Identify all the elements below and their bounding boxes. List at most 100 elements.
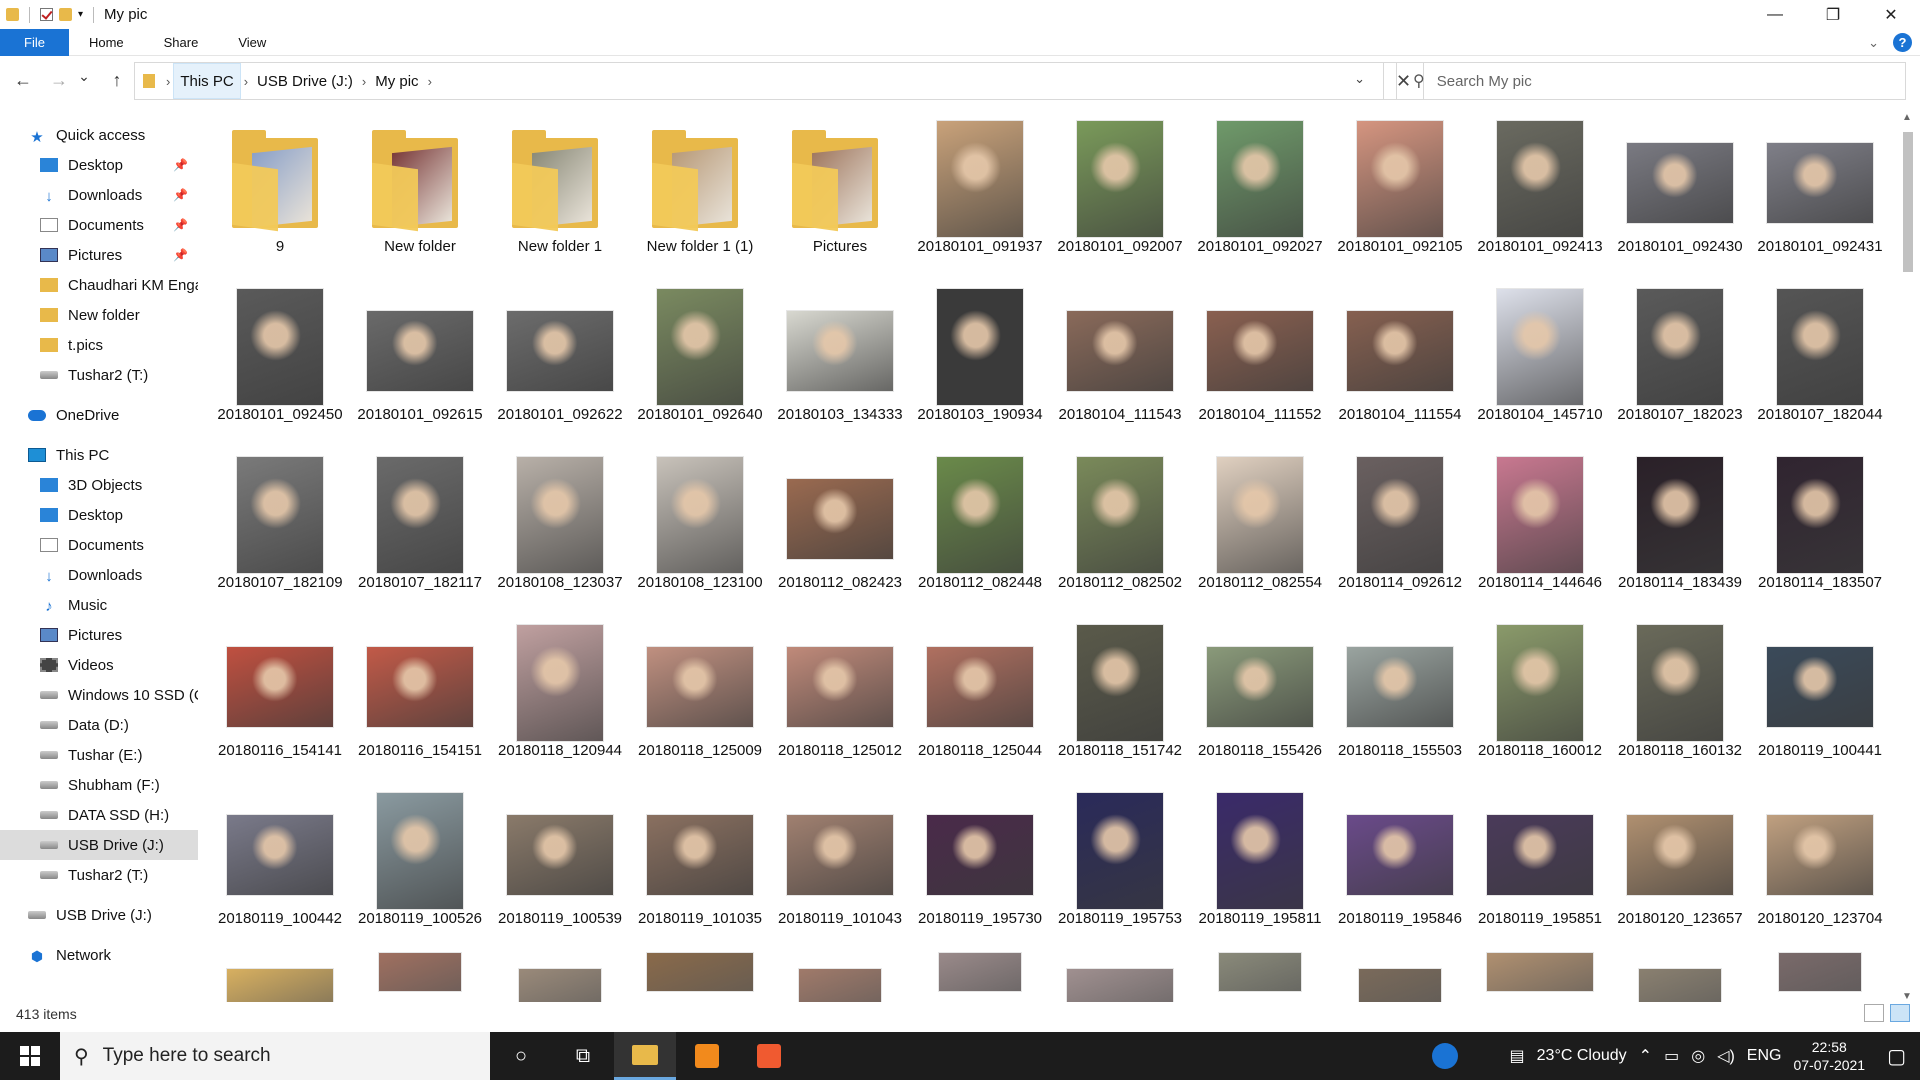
image-file-item[interactable]: 20180101_092430 — [1610, 112, 1750, 280]
nav-item[interactable]: Windows 10 SSD (C — [0, 680, 198, 710]
customize-toolbar-icon[interactable]: ▾ — [78, 9, 83, 20]
image-file-item[interactable]: 20180119_195811 — [1190, 784, 1330, 952]
address-bar[interactable]: › This PC › USB Drive (J:) › My pic › ⌄ — [134, 62, 1384, 100]
image-file-item[interactable]: 20180104_111552 — [1190, 280, 1330, 448]
image-file-item[interactable]: 20180104_111543 — [1050, 280, 1190, 448]
xampp-icon[interactable] — [738, 1032, 800, 1080]
search-box[interactable]: ⚲ Search My pic — [1396, 62, 1906, 100]
nav-item[interactable]: ↓ Downloads 📌 — [0, 180, 198, 210]
close-button[interactable]: ✕ — [1862, 0, 1920, 29]
breadcrumb-my-pic[interactable]: My pic — [369, 63, 424, 99]
image-file-item[interactable]: 20180101_092027 — [1190, 112, 1330, 280]
image-thumbnail-partial[interactable] — [226, 968, 334, 1002]
image-file-item[interactable]: 20180119_195730 — [910, 784, 1050, 952]
image-file-item[interactable]: 20180112_082448 — [910, 448, 1050, 616]
image-file-item[interactable]: 20180107_182044 — [1750, 280, 1890, 448]
breadcrumb-usb-drive[interactable]: USB Drive (J:) — [251, 63, 359, 99]
image-file-item[interactable]: 20180116_154151 — [350, 616, 490, 784]
scrollbar-thumb[interactable] — [1903, 132, 1913, 272]
image-thumbnail-partial[interactable] — [1638, 968, 1722, 1002]
image-file-item[interactable]: 20180108_123100 — [630, 448, 770, 616]
image-file-item[interactable]: 20180116_154141 — [210, 616, 350, 784]
nav-item[interactable]: OneDrive — [0, 400, 198, 430]
image-file-item[interactable]: 20180103_190934 — [910, 280, 1050, 448]
vertical-scrollbar[interactable]: ▲ ▼ — [1900, 112, 1916, 1002]
folder-item[interactable]: New folder 1 — [490, 112, 630, 280]
pin-icon[interactable]: 📌 — [173, 188, 188, 202]
back-button[interactable]: ← — [8, 70, 38, 91]
image-file-item[interactable]: 20180119_100539 — [490, 784, 630, 952]
nav-item[interactable]: This PC — [0, 440, 198, 470]
image-file-item[interactable]: 20180101_092431 — [1750, 112, 1890, 280]
image-file-item[interactable]: 20180101_092450 — [210, 280, 350, 448]
properties-icon[interactable] — [40, 8, 53, 21]
image-file-item[interactable]: 20180118_125044 — [910, 616, 1050, 784]
image-file-item[interactable]: 20180112_082554 — [1190, 448, 1330, 616]
taskbar-search[interactable]: ⚲ Type here to search — [60, 1032, 490, 1080]
recent-locations-button[interactable]: ⌄ — [76, 68, 92, 85]
image-file-item[interactable]: 20180119_101043 — [770, 784, 910, 952]
image-thumbnail-partial[interactable] — [518, 968, 602, 1002]
image-thumbnail-partial[interactable] — [646, 952, 754, 992]
image-thumbnail-partial[interactable] — [1486, 952, 1594, 992]
image-file-item[interactable]: 20180119_195851 — [1470, 784, 1610, 952]
nav-item[interactable]: Data (D:) — [0, 710, 198, 740]
nav-item[interactable]: Chaudhari KM Enga — [0, 270, 198, 300]
pin-icon[interactable]: 📌 — [173, 158, 188, 172]
nav-item[interactable]: USB Drive (J:) — [0, 900, 198, 930]
image-file-item[interactable]: 20180120_123657 — [1610, 784, 1750, 952]
image-file-item[interactable]: 20180120_123704 — [1750, 784, 1890, 952]
start-button[interactable] — [0, 1032, 60, 1080]
image-file-item[interactable]: 20180119_100442 — [210, 784, 350, 952]
network-icon[interactable]: ◎ — [1691, 1046, 1705, 1066]
image-file-item[interactable]: 20180112_082502 — [1050, 448, 1190, 616]
image-file-item[interactable]: 20180118_160132 — [1610, 616, 1750, 784]
tab-view[interactable]: View — [218, 29, 286, 56]
nav-item[interactable]: Videos — [0, 650, 198, 680]
image-file-item[interactable]: 20180118_160012 — [1470, 616, 1610, 784]
new-folder-icon[interactable] — [59, 8, 72, 21]
cortana-icon[interactable]: ○ — [490, 1032, 552, 1080]
chevron-right-icon[interactable]: › — [425, 74, 435, 89]
image-file-item[interactable]: 20180118_155503 — [1330, 616, 1470, 784]
tab-file[interactable]: File — [0, 28, 69, 56]
volume-icon[interactable]: ◁) — [1717, 1046, 1735, 1066]
image-thumbnail-partial[interactable] — [938, 952, 1022, 992]
nav-item[interactable]: ♪ Music — [0, 590, 198, 620]
nav-item[interactable]: Desktop — [0, 500, 198, 530]
image-file-item[interactable]: 20180101_092413 — [1470, 112, 1610, 280]
image-file-item[interactable]: 20180107_182117 — [350, 448, 490, 616]
nav-item[interactable]: Tushar2 (T:) — [0, 860, 198, 890]
nav-item[interactable]: Documents — [0, 530, 198, 560]
pin-icon[interactable]: 📌 — [173, 218, 188, 232]
chevron-right-icon[interactable]: › — [241, 74, 251, 89]
notifications-icon[interactable]: ▢ — [1887, 1044, 1906, 1069]
image-file-item[interactable]: 20180101_092640 — [630, 280, 770, 448]
image-file-item[interactable]: 20180112_082423 — [770, 448, 910, 616]
image-file-item[interactable]: 20180119_100441 — [1750, 616, 1890, 784]
image-thumbnail-partial[interactable] — [378, 952, 462, 992]
image-thumbnail-partial[interactable] — [1358, 968, 1442, 1002]
image-file-item[interactable]: 20180101_092007 — [1050, 112, 1190, 280]
chevron-right-icon[interactable]: › — [359, 74, 369, 89]
image-file-item[interactable]: 20180114_144646 — [1470, 448, 1610, 616]
breadcrumb-this-pc[interactable]: This PC — [173, 63, 241, 99]
image-file-item[interactable]: 20180104_111554 — [1330, 280, 1470, 448]
image-file-item[interactable]: 20180101_092105 — [1330, 112, 1470, 280]
image-file-item[interactable]: 20180103_134333 — [770, 280, 910, 448]
help-icon[interactable]: ? — [1893, 33, 1912, 52]
battery-icon[interactable]: ▭ — [1664, 1046, 1679, 1066]
folder-item[interactable]: 9 — [210, 112, 350, 280]
show-hidden-icons-icon[interactable]: ⌃ — [1639, 1046, 1652, 1066]
image-file-item[interactable]: 20180118_125012 — [770, 616, 910, 784]
large-icons-view-button[interactable] — [1890, 1004, 1910, 1022]
nav-item[interactable]: t.pics — [0, 330, 198, 360]
image-file-item[interactable]: 20180118_151742 — [1050, 616, 1190, 784]
image-thumbnail-partial[interactable] — [1218, 952, 1302, 992]
nav-item[interactable]: New folder — [0, 300, 198, 330]
nav-item[interactable]: ↓ Downloads — [0, 560, 198, 590]
weather-icon[interactable]: ▤ — [1510, 1046, 1525, 1066]
taskbar-search-placeholder[interactable]: Type here to search — [103, 1045, 271, 1067]
pin-icon[interactable]: 📌 — [173, 248, 188, 262]
image-file-item[interactable]: 20180107_182023 — [1610, 280, 1750, 448]
